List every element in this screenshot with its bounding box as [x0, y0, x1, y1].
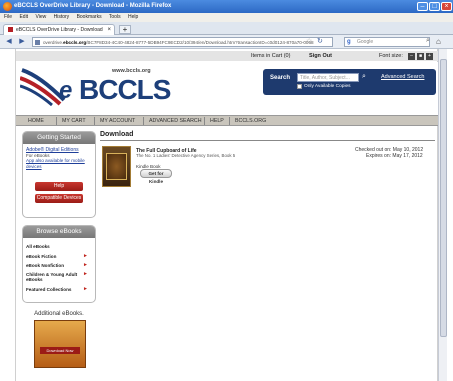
menu-bookmarks[interactable]: Bookmarks [77, 14, 102, 20]
promo-books-image: Download Now [34, 320, 86, 368]
scrollbar-thumb[interactable] [440, 59, 447, 337]
mobile-app-link[interactable]: App also available for mobile devices [26, 158, 94, 169]
font-increase-button[interactable]: + [426, 53, 433, 60]
sign-out-link[interactable]: Sign Out [309, 51, 332, 61]
bookmark-star-icon[interactable]: ☆ [306, 37, 312, 45]
home-icon[interactable]: ⌂ [436, 37, 441, 46]
forward-arrow-icon[interactable]: ▶ [17, 38, 27, 47]
menu-help[interactable]: Help [128, 14, 138, 20]
google-icon: g [347, 39, 351, 45]
nav-bccls-org[interactable]: BCCLS.ORG [235, 116, 266, 126]
tab-label: eBCCLS OverDrive Library - Download [16, 27, 103, 33]
nav-divider [56, 117, 57, 125]
nav-advanced-search[interactable]: ADVANCED SEARCH [149, 116, 202, 126]
minimize-button[interactable]: – [417, 2, 428, 11]
web-search-input[interactable]: g Google [344, 37, 430, 47]
getting-started-box: Getting Started Adobe® Digital Editions … [22, 131, 96, 218]
expand-arrow-icon[interactable]: ► [83, 271, 88, 277]
additional-ebooks-promo[interactable]: Additional eBooks. Download Now [22, 311, 96, 371]
download-now-badge: Download Now [40, 347, 80, 354]
site-favicon-icon [8, 27, 13, 32]
main-nav: HOME MY CART MY ACCOUNT ADVANCED SEARCH … [16, 115, 439, 126]
firefox-icon [3, 2, 12, 11]
catalog-search-input[interactable]: Title, Author, Subject... [297, 73, 359, 82]
additional-ebooks-text: Additional eBooks. [34, 311, 84, 317]
nav-home[interactable]: HOME [28, 116, 44, 126]
nav-divider [229, 117, 230, 125]
browse-all-ebooks[interactable]: All eBooks [26, 244, 50, 249]
font-size-label: Font size: [379, 53, 403, 59]
tab-close-icon[interactable]: × [107, 25, 111, 35]
advanced-search-link[interactable]: Advanced Search [381, 74, 424, 80]
cover-art [106, 153, 127, 180]
expand-arrow-icon[interactable]: ► [83, 253, 88, 259]
nav-divider [204, 117, 205, 125]
browse-nonfiction[interactable]: eBook Nonfiction [26, 263, 64, 268]
browse-fiction[interactable]: eBook Fiction [26, 254, 56, 259]
nav-help[interactable]: HELP [210, 116, 224, 126]
only-available-checkbox[interactable] [297, 84, 302, 89]
search-go-icon[interactable]: ⌕ [362, 73, 366, 81]
font-reset-button[interactable]: ■ [417, 53, 424, 60]
url-prefix: overdrive. [43, 40, 64, 45]
magnifier-icon[interactable]: ⌕ [426, 37, 430, 45]
only-available-label: Only Available Copies [304, 84, 351, 89]
vertical-scrollbar[interactable] [438, 49, 447, 381]
menu-edit[interactable]: Edit [19, 14, 28, 20]
nav-my-cart[interactable]: MY CART [62, 116, 86, 126]
menu-bar: File Edit View History Bookmarks Tools H… [0, 13, 453, 22]
browse-ebooks-box: Browse eBooks All eBooks eBook Fiction ►… [22, 225, 96, 303]
menu-tools[interactable]: Tools [109, 14, 121, 20]
logo-bccls: BCCLS [79, 74, 171, 105]
nav-divider [143, 117, 144, 125]
close-window-button[interactable]: × [441, 2, 452, 11]
site-header: www.bccls.org e BCCLS Search Title, Auth… [16, 62, 439, 115]
window-title: eBCCLS OverDrive Library - Download - Mo… [14, 3, 172, 9]
page-title: Download [100, 131, 134, 138]
window-titlebar: eBCCLS OverDrive Library - Download - Mo… [0, 0, 453, 13]
reload-icon[interactable]: ↻ [317, 37, 323, 45]
getting-started-heading: Getting Started [23, 132, 95, 144]
menu-history[interactable]: History [54, 14, 70, 20]
menu-view[interactable]: View [35, 14, 46, 20]
logo-e: e [59, 77, 72, 104]
search-label: Search [270, 75, 291, 81]
font-decrease-button[interactable]: – [408, 53, 415, 60]
address-bar[interactable]: overdrive.ebccls.org/BC7F8D34-4C40-4824-… [32, 37, 333, 47]
nav-divider [94, 117, 95, 125]
title-divider [100, 140, 435, 141]
help-button[interactable]: Help [35, 182, 83, 191]
get-for-kindle-button[interactable]: Get for Kindle [140, 169, 172, 184]
navigation-toolbar: ◀ ▶ overdrive.ebccls.org/BC7F8D34-4C40-4… [0, 35, 453, 49]
browse-children-ya[interactable]: Children & Young Adult eBooks [26, 272, 78, 282]
tab-download[interactable]: eBCCLS OverDrive Library - Download × [3, 24, 115, 35]
new-tab-button[interactable]: + [119, 25, 131, 34]
cart-link[interactable]: Items in Cart (0) [251, 51, 290, 61]
catalog-search-panel: Search Title, Author, Subject... ⌕ Advan… [263, 69, 436, 95]
browse-featured[interactable]: Featured Collections [26, 287, 71, 292]
expires-date: Expires on: May 17, 2012 [366, 153, 423, 159]
compatible-devices-button[interactable]: Compatible Devices [35, 194, 83, 203]
browse-ebooks-heading: Browse eBooks [23, 226, 95, 238]
book-series: The No. 1 Ladies' Detective Agency Serie… [136, 153, 236, 158]
back-arrow-icon[interactable]: ◀ [4, 38, 14, 47]
page-content: Items in Cart (0) Sign Out Font size: – … [15, 49, 439, 381]
menu-file[interactable]: File [4, 14, 12, 20]
web-search-placeholder: Google [357, 39, 374, 45]
expand-arrow-icon[interactable]: ► [83, 286, 88, 292]
url-host: ebccls.org [63, 40, 87, 45]
tab-bar: eBCCLS OverDrive Library - Download × + [0, 22, 453, 35]
url-path: /BC7F8D34-4C40-4824-8777-5DB94FC9ECD2/10… [86, 40, 314, 45]
expand-arrow-icon[interactable]: ► [83, 262, 88, 268]
book-cover-image[interactable] [102, 146, 131, 187]
account-strip: Items in Cart (0) Sign Out Font size: – … [16, 51, 439, 61]
site-identity-icon [35, 40, 40, 45]
nav-my-account[interactable]: MY ACCOUNT [100, 116, 135, 126]
maximize-button[interactable]: □ [429, 2, 440, 11]
